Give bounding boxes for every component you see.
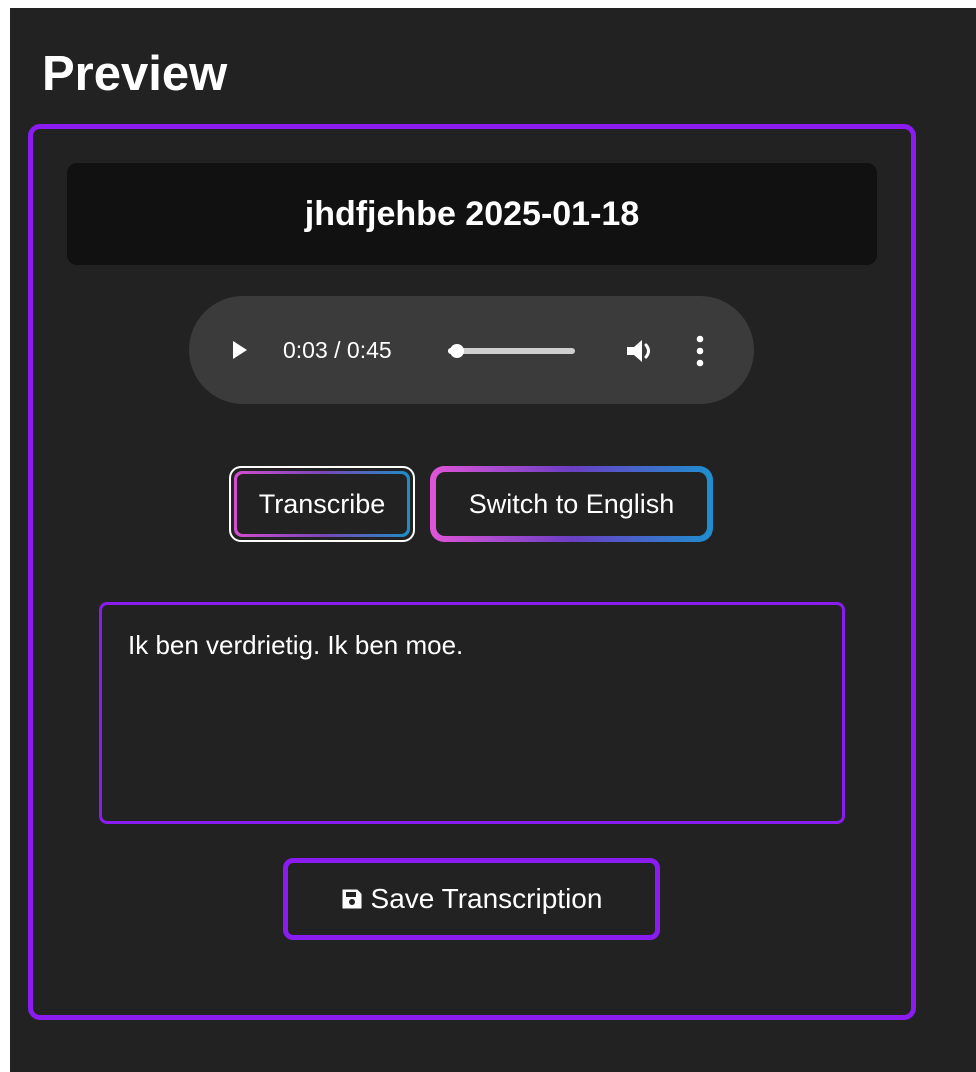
transcribe-button[interactable]: Transcribe bbox=[229, 466, 415, 542]
page-title: Preview bbox=[42, 47, 228, 101]
action-button-row: Transcribe Switch to English bbox=[33, 466, 911, 546]
floppy-disk-icon bbox=[342, 889, 362, 909]
seek-bar-thumb[interactable] bbox=[449, 344, 464, 358]
audio-time-display: 0:03 / 0:45 bbox=[283, 337, 392, 363]
transcription-textarea[interactable]: Ik ben verdrietig. Ik ben moe. bbox=[99, 602, 845, 824]
recording-title: jhdfjehbe 2025-01-18 bbox=[304, 194, 640, 233]
seek-bar[interactable] bbox=[448, 344, 575, 358]
play-icon[interactable] bbox=[233, 341, 247, 359]
transcribe-button-ring: Transcribe bbox=[231, 468, 413, 540]
app-container: Preview jhdfjehbe 2025-01-18 0:03 / 0:45 bbox=[10, 8, 976, 1072]
audio-player[interactable]: 0:03 / 0:45 bbox=[189, 296, 754, 404]
switch-language-button[interactable]: Switch to English bbox=[430, 466, 713, 542]
transcribe-button-label[interactable]: Transcribe bbox=[237, 474, 407, 534]
volume-icon[interactable] bbox=[625, 337, 657, 365]
transcribe-button-border: Transcribe bbox=[234, 471, 410, 537]
switch-language-button-label[interactable]: Switch to English bbox=[436, 472, 707, 536]
save-transcription-label: Save Transcription bbox=[370, 883, 603, 914]
preview-card: jhdfjehbe 2025-01-18 0:03 / 0:45 Transcr… bbox=[28, 124, 916, 1020]
save-transcription-button[interactable]: Save Transcription bbox=[283, 858, 660, 940]
more-options-icon[interactable] bbox=[696, 334, 704, 368]
recording-title-box: jhdfjehbe 2025-01-18 bbox=[67, 163, 877, 265]
